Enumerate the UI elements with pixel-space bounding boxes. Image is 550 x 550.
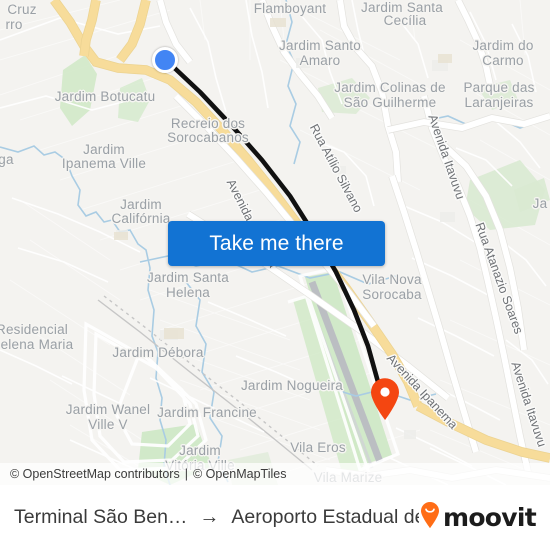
map-attribution: © OpenStreetMap contributors | © OpenMap… <box>0 463 550 485</box>
origin-marker-icon[interactable] <box>152 47 178 73</box>
moovit-pin-icon <box>419 501 441 534</box>
take-me-there-button[interactable]: Take me there <box>168 221 385 266</box>
arrow-right-icon: → <box>199 506 220 528</box>
route-summary: Terminal São Ben… → Aeroporto Estadual d… <box>14 506 419 529</box>
moovit-map-screen: .wtr{fill:none;stroke:#a9cce3;stroke-wid… <box>0 0 550 550</box>
attribution-openmaptiles[interactable]: © OpenMapTiles <box>193 467 287 481</box>
attribution-osm[interactable]: © OpenStreetMap contributors <box>10 467 180 481</box>
map-canvas[interactable]: .wtr{fill:none;stroke:#a9cce3;stroke-wid… <box>0 0 550 485</box>
take-me-there-label: Take me there <box>209 231 344 255</box>
attribution-separator: | <box>184 467 188 481</box>
route-origin-label[interactable]: Terminal São Ben… <box>14 506 187 529</box>
moovit-wordmark: moovit <box>442 503 537 532</box>
route-footer-bar: Terminal São Ben… → Aeroporto Estadual d… <box>0 485 550 550</box>
destination-marker-icon[interactable] <box>369 377 401 421</box>
route-destination-label[interactable]: Aeroporto Estadual de Soroca… <box>231 506 419 529</box>
moovit-logo[interactable]: moovit <box>419 501 537 534</box>
